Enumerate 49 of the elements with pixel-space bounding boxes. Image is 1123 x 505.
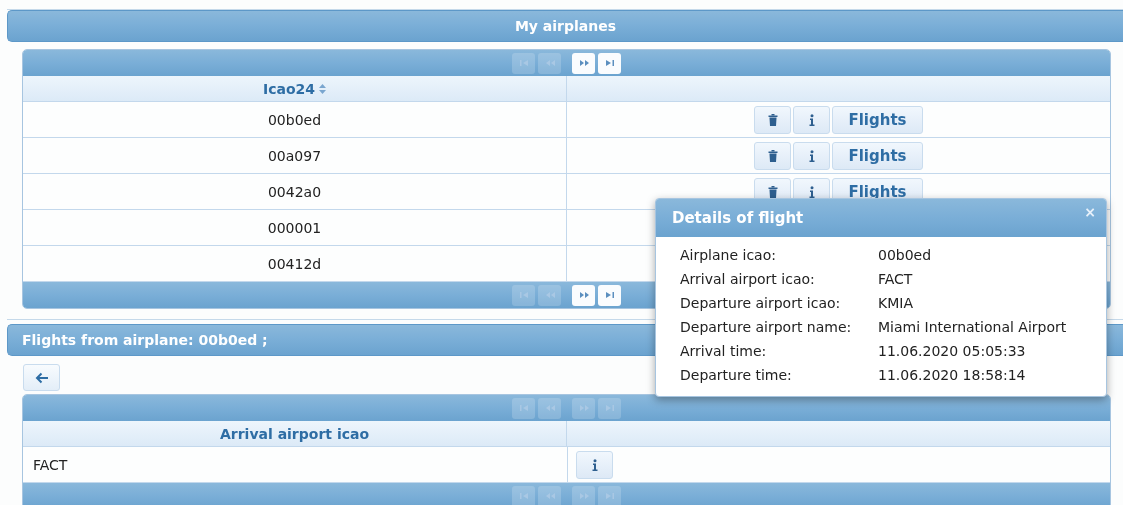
trash-icon <box>766 185 779 198</box>
flights-button[interactable]: Flights <box>832 105 923 134</box>
field-value: 11.06.2020 18:58:14 <box>878 366 1027 385</box>
prev-page-icon <box>544 403 555 413</box>
prev-page-icon <box>544 290 555 300</box>
last-page-button[interactable] <box>598 52 621 74</box>
last-page-icon <box>604 491 615 501</box>
last-page-icon <box>604 58 615 68</box>
last-page-button[interactable] <box>598 284 621 306</box>
trash-icon <box>766 149 779 162</box>
last-page-icon <box>604 290 615 300</box>
field-value: FACT <box>878 270 914 289</box>
last-page-icon <box>604 403 615 413</box>
info-button[interactable] <box>576 450 613 479</box>
field-label: Departure time: <box>680 366 793 385</box>
next-page-icon <box>578 491 589 501</box>
next-page-icon <box>578 403 589 413</box>
field-value: 00b0ed <box>878 246 933 265</box>
table-cell-text: 00412d <box>266 254 323 274</box>
first-page-icon <box>518 58 529 68</box>
sort-icon[interactable] <box>319 83 327 94</box>
next-page-button[interactable] <box>572 52 595 74</box>
delete-button[interactable] <box>754 141 792 170</box>
table-cell-text: 000001 <box>266 218 323 238</box>
field-label: Airplane icao: <box>680 246 777 265</box>
dialog-title: Details of flight <box>672 209 804 227</box>
back-button[interactable] <box>23 364 60 391</box>
column-header[interactable]: Arrival airport icao <box>219 425 370 442</box>
next-page-button[interactable] <box>572 284 595 306</box>
first-page-icon <box>518 403 529 413</box>
table-cell-text: 00b0ed <box>266 110 323 130</box>
field-label: Departure airport icao: <box>680 294 842 313</box>
column-header[interactable]: Icao24 <box>262 80 316 97</box>
left-arrow-icon <box>34 371 49 384</box>
field-value: KMIA <box>878 294 914 313</box>
prev-page-icon <box>544 58 555 68</box>
first-page-icon <box>518 290 529 300</box>
delete-button[interactable] <box>754 105 792 134</box>
first-page-icon <box>518 491 529 501</box>
panel-header: My airplanes <box>7 10 1123 42</box>
table-cell-text: 00a097 <box>266 146 323 166</box>
prev-page-icon <box>544 491 555 501</box>
next-page-icon <box>578 58 589 68</box>
flights-button[interactable]: Flights <box>832 141 923 170</box>
next-page-icon <box>578 290 589 300</box>
field-label: Arrival airport icao: <box>680 270 816 289</box>
trash-icon <box>766 113 779 126</box>
table-cell-text: 0042a0 <box>266 182 323 202</box>
table-cell-text: FACT <box>32 455 69 475</box>
